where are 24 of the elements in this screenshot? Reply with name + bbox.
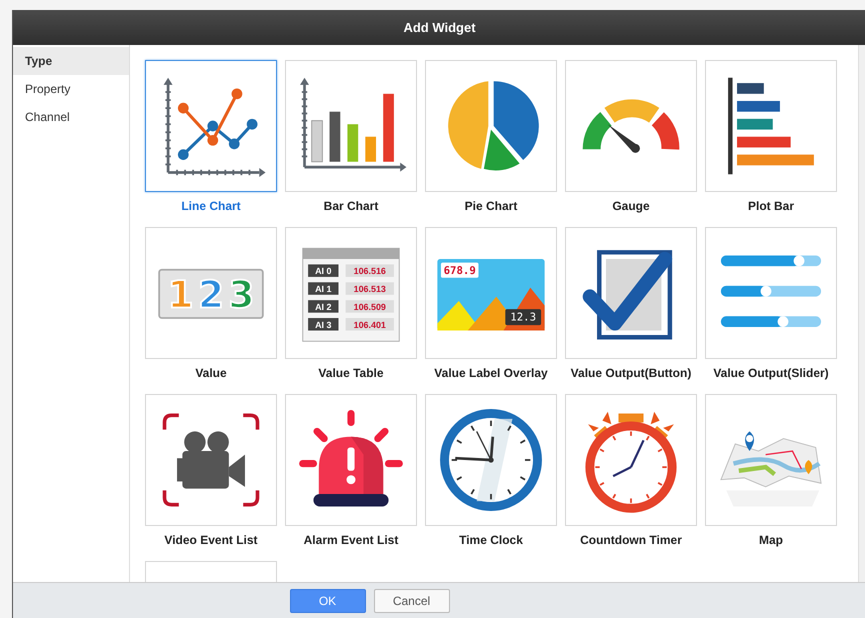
widget-label: Bar Chart (324, 199, 378, 213)
widget-tile[interactable]: AI 0 106.516 AI 1 106.513 AI 2 106.509 AI 3 106.401 (285, 227, 417, 359)
cancel-button[interactable]: Cancel (374, 588, 450, 612)
sidebar-item[interactable]: Channel (13, 103, 129, 131)
widget-label: Plot Bar (748, 199, 794, 213)
widget-tile[interactable]: 678.9 12.3 (425, 227, 557, 359)
widget-label: Value Output(Button) (570, 366, 692, 380)
widget-label: Gauge (612, 199, 650, 213)
widget-label: Map (759, 533, 783, 547)
sidebar-item[interactable]: Type (13, 47, 129, 75)
window-title: Add Widget (403, 20, 476, 35)
widget-label: Pie Chart (464, 199, 518, 213)
widget-label: Value Output(Slider) (713, 366, 829, 380)
widget-label: Alarm Event List (304, 533, 398, 547)
widget-label: Countdown Timer (580, 533, 682, 547)
sidebar-item[interactable]: Property (13, 75, 129, 103)
widget-label: Value (195, 366, 227, 380)
widget-tile[interactable] (145, 60, 277, 192)
widget-label: Video Event List (164, 533, 258, 547)
widget-label: Line Chart (181, 199, 241, 213)
widget-label: Value Table (318, 366, 384, 380)
widget-label: Time Clock (459, 533, 523, 547)
scrollbar[interactable] (858, 45, 865, 582)
widget-label: Value Label Overlay (434, 366, 548, 380)
